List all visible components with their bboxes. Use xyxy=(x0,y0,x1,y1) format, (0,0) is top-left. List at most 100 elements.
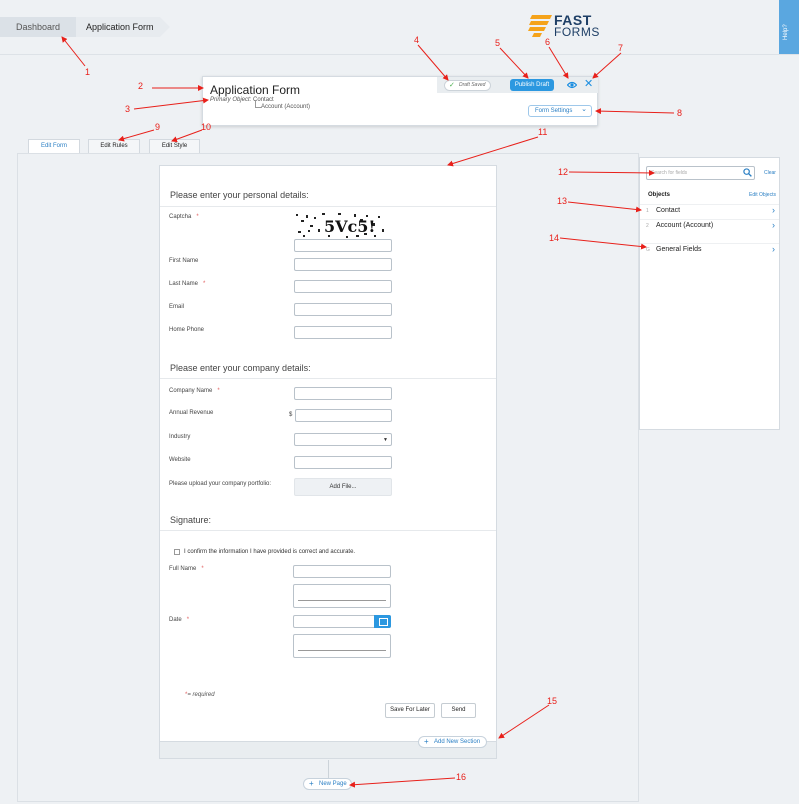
breadcrumb-dashboard[interactable]: Dashboard xyxy=(0,17,86,37)
search-placeholder: Search for fields xyxy=(651,170,688,176)
close-icon[interactable]: ✕ xyxy=(584,77,593,90)
breadcrumb-application-form: Application Form xyxy=(76,17,170,37)
object-number: 2 xyxy=(646,223,649,229)
field-label-industry: Industry xyxy=(169,434,191,440)
annotation-number: 6 xyxy=(545,37,551,47)
date-signature-pad[interactable] xyxy=(293,634,391,658)
add-file-button[interactable]: Add File... xyxy=(294,478,392,496)
check-icon: ✓ xyxy=(449,82,455,89)
field-label-date: Date * xyxy=(169,617,190,623)
edit-objects-link[interactable]: Edit Objects xyxy=(749,192,776,198)
section-title-company[interactable]: Please enter your company details: xyxy=(170,363,311,373)
calendar-icon[interactable] xyxy=(374,615,391,628)
object-item-contact[interactable]: 1 Contact › xyxy=(640,204,779,218)
tab-edit-style[interactable]: Edit Style xyxy=(149,139,200,153)
section-title-personal[interactable]: Please enter your personal details: xyxy=(170,190,309,200)
publish-draft-button[interactable]: Publish Draft xyxy=(510,79,554,91)
plus-icon: + xyxy=(424,737,429,746)
save-for-later-button[interactable]: Save For Later xyxy=(385,703,435,718)
object-name: Contact xyxy=(656,207,681,214)
fast-forms-logo: FAST FORMS xyxy=(528,10,608,40)
send-button[interactable]: Send xyxy=(441,703,476,718)
tab-edit-rules[interactable]: Edit Rules xyxy=(88,139,140,153)
annotation-number: 16 xyxy=(456,772,467,782)
help-tab[interactable]: Help? xyxy=(779,0,799,54)
object-name: General Fields xyxy=(656,246,702,253)
annotation-number: 2 xyxy=(138,81,144,91)
sub-object: Account (Account) xyxy=(254,100,311,110)
primary-object-label: Primary Object: xyxy=(210,97,252,103)
plus-icon: + xyxy=(309,779,314,788)
object-number: G xyxy=(646,247,650,253)
annotation-number: 8 xyxy=(677,108,683,118)
annotation-number: 15 xyxy=(547,696,558,706)
field-label-home-phone: Home Phone xyxy=(169,327,205,333)
eye-icon[interactable] xyxy=(567,80,577,90)
email-input[interactable] xyxy=(294,303,392,316)
object-item-account[interactable]: 2 Account (Account) › xyxy=(640,219,779,233)
draft-status-badge: ✓ Draft Saved xyxy=(444,80,491,91)
signature-line xyxy=(298,600,386,601)
confirm-checkbox-label: I confirm the information I have provide… xyxy=(184,549,356,555)
object-name: Account (Account) xyxy=(656,222,714,229)
field-label-full-name: Full Name * xyxy=(169,566,204,572)
field-label-annual-revenue: Annual Revenue xyxy=(169,410,214,416)
annotation-number: 11 xyxy=(538,127,548,137)
section-divider xyxy=(160,378,496,379)
draft-status-text: Draft Saved xyxy=(459,82,486,88)
search-fields-input[interactable]: Search for fields xyxy=(646,166,755,180)
industry-select[interactable]: ▼ xyxy=(294,433,392,446)
date-input[interactable] xyxy=(293,615,391,628)
field-label-last-name: Last Name * xyxy=(169,281,206,287)
confirm-checkbox[interactable] xyxy=(174,549,180,555)
captcha-image: 5Vc5! xyxy=(294,211,386,239)
captcha-text: 5Vc5! xyxy=(324,217,375,236)
annotation-number: 5 xyxy=(495,38,501,48)
company-name-input[interactable] xyxy=(294,387,392,400)
field-label-captcha: Captcha * xyxy=(169,214,199,220)
clear-search-link[interactable]: Clear xyxy=(764,170,776,176)
section-title-signature[interactable]: Signature: xyxy=(170,515,211,525)
home-phone-input[interactable] xyxy=(294,326,392,339)
annotation-number: 9 xyxy=(155,122,161,132)
logo-text-forms: FORMS xyxy=(554,25,600,39)
first-name-input[interactable] xyxy=(294,258,392,271)
chevron-down-icon: ⌄ xyxy=(581,106,587,113)
full-name-input[interactable] xyxy=(293,565,391,578)
captcha-input[interactable] xyxy=(294,239,392,252)
website-input[interactable] xyxy=(294,456,392,469)
annotation-number: 1 xyxy=(85,67,91,77)
objects-heading: Objects xyxy=(648,192,671,198)
annual-revenue-input[interactable] xyxy=(295,409,392,422)
object-number: 1 xyxy=(646,208,649,214)
annotation-number: 12 xyxy=(558,167,569,177)
page-connector-line xyxy=(328,760,329,778)
field-label-first-name: First Name xyxy=(169,258,199,264)
form-settings-label: Form Settings xyxy=(535,108,573,114)
top-bar: Dashboard Application Form FAST FORMS He… xyxy=(0,0,799,55)
field-sidepanel: Search for fields Clear Objects Edit Obj… xyxy=(639,157,780,430)
form-settings-button[interactable]: Form Settings ⌄ xyxy=(528,105,592,117)
form-header-card: Application Form Primary Object: Contact… xyxy=(202,76,598,126)
section-divider xyxy=(160,206,496,207)
required-note: *= required xyxy=(185,692,215,698)
tab-edit-form[interactable]: Edit Form xyxy=(28,139,80,154)
new-page-button[interactable]: + New Page xyxy=(303,778,352,790)
chevron-right-icon: › xyxy=(772,244,775,254)
chevron-right-icon: › xyxy=(772,220,775,230)
field-label-email: Email xyxy=(169,304,185,310)
last-name-input[interactable] xyxy=(294,280,392,293)
search-icon[interactable] xyxy=(743,168,752,177)
currency-symbol: $ xyxy=(289,412,293,418)
annotation-number: 10 xyxy=(201,122,212,132)
new-page-label: New Page xyxy=(319,781,347,787)
field-label-company-name: Company Name * xyxy=(169,388,220,394)
annotation-number: 14 xyxy=(549,233,560,243)
form-title[interactable]: Application Form xyxy=(210,83,300,97)
add-new-section-button[interactable]: + Add New Section xyxy=(418,736,487,748)
field-label-portfolio: Please upload your company portfolio: xyxy=(169,481,272,487)
object-item-general-fields[interactable]: G General Fields › xyxy=(640,243,779,257)
help-tab-label: Help? xyxy=(783,24,789,40)
primary-object: Primary Object: Contact xyxy=(210,97,274,103)
full-name-signature-pad[interactable] xyxy=(293,584,391,608)
